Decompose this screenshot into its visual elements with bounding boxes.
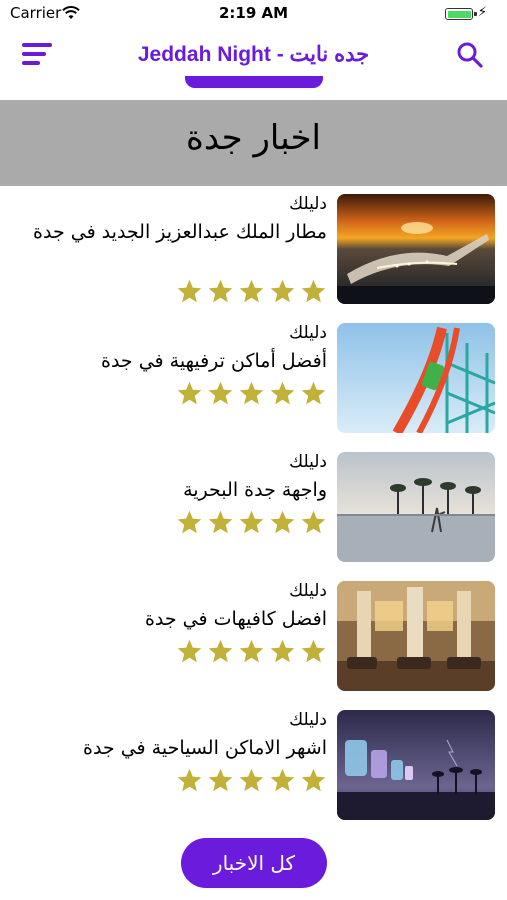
star-icon — [239, 381, 264, 405]
star-icon — [208, 639, 233, 663]
star-icon — [208, 381, 233, 405]
waterfront-photo — [337, 452, 495, 562]
star-icon — [301, 510, 326, 534]
star-icon — [239, 510, 264, 534]
battery-icon — [445, 8, 477, 20]
star-icon — [208, 768, 233, 792]
status-bar: Carrier 2:19 AM ⚡ — [0, 0, 507, 28]
star-icon — [270, 381, 295, 405]
section-title: اخبار جدة — [186, 118, 321, 158]
star-icon — [270, 639, 295, 663]
charging-icon: ⚡ — [477, 5, 487, 20]
app-title: Jeddah Night - جده نايت — [137, 43, 370, 66]
cafe-interior-photo — [337, 581, 495, 691]
item-title: واجهة جدة البحرية — [183, 479, 327, 501]
item-title: مطار الملك عبدالعزيز الجديد في جدة — [33, 221, 327, 243]
star-icon — [239, 279, 264, 303]
clock: 2:19 AM — [218, 4, 289, 22]
rollercoaster-photo — [337, 323, 495, 433]
item-category: دليلك — [289, 194, 327, 214]
airport-photo — [337, 194, 495, 304]
item-title: افضل كافيهات في جدة — [144, 608, 327, 630]
star-rating — [167, 380, 327, 406]
star-rating — [167, 638, 327, 664]
star-icon — [270, 510, 295, 534]
star-icon — [301, 381, 326, 405]
item-category: دليلك — [289, 323, 327, 343]
star-rating — [167, 509, 327, 535]
list-item[interactable]: دليلك اشهر الاماكن السياحية في جدة — [0, 702, 507, 830]
star-icon — [301, 279, 326, 303]
star-icon — [177, 639, 202, 663]
list-item[interactable]: دليلك افضل كافيهات في جدة — [0, 573, 507, 701]
star-icon — [301, 768, 326, 792]
star-icon — [177, 510, 202, 534]
item-title: اشهر الاماكن السياحية في جدة — [83, 737, 327, 759]
star-icon — [270, 279, 295, 303]
star-icon — [239, 768, 264, 792]
star-rating — [167, 767, 327, 793]
star-icon — [208, 510, 233, 534]
nav-indicator — [185, 76, 323, 88]
search-icon[interactable] — [455, 40, 485, 70]
star-rating — [167, 278, 327, 304]
night-lanterns-photo — [337, 710, 495, 820]
section-header: اخبار جدة — [0, 100, 507, 186]
hamburger-menu-icon[interactable] — [22, 41, 56, 69]
list-item[interactable]: دليلك مطار الملك عبدالعزيز الجديد في جدة — [0, 186, 507, 314]
star-icon — [177, 279, 202, 303]
list-item[interactable]: دليلك واجهة جدة البحرية — [0, 444, 507, 572]
star-icon — [208, 279, 233, 303]
star-icon — [301, 639, 326, 663]
item-category: دليلك — [289, 710, 327, 730]
star-icon — [177, 768, 202, 792]
star-icon — [270, 768, 295, 792]
all-news-button[interactable]: كل الاخبار — [181, 838, 327, 888]
item-category: دليلك — [289, 581, 327, 601]
item-category: دليلك — [289, 452, 327, 472]
item-title: أفضل أماكن ترفيهية في جدة — [101, 350, 327, 372]
star-icon — [239, 639, 264, 663]
star-icon — [177, 381, 202, 405]
list-item[interactable]: دليلك أفضل أماكن ترفيهية في جدة — [0, 315, 507, 443]
